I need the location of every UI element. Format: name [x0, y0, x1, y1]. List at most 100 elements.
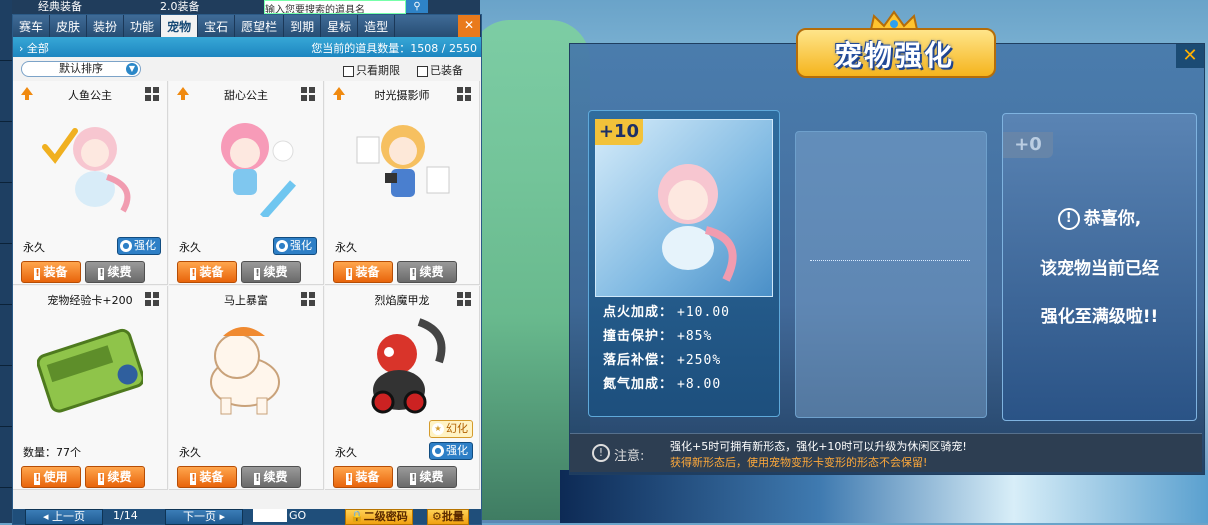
left-vertical-tabs[interactable]: [0, 0, 12, 523]
equip-button[interactable]: ! 装备: [333, 261, 393, 283]
classic-equip-tab[interactable]: 经典装备: [38, 0, 82, 14]
tab-function[interactable]: 功能: [124, 15, 162, 37]
item-card[interactable]: 宠物经验卡+200 数量：77个 ! 使用 ! 续费: [13, 286, 168, 490]
notice-label: 注意:: [614, 449, 645, 464]
gear-icon: ⚙: [432, 510, 442, 523]
current-pet-frame: [595, 119, 773, 297]
all-label: 全部: [26, 42, 49, 55]
item-duration: 永久: [335, 446, 357, 459]
transform-badge[interactable]: ★ 幻化: [429, 420, 473, 438]
tab-wishlist[interactable]: 愿望栏: [235, 15, 285, 37]
item-name: 甜心公主: [224, 89, 268, 102]
prev-label: 上一页: [52, 510, 86, 523]
sort-dropdown[interactable]: 默认排序 ▼: [21, 61, 141, 77]
page-input[interactable]: [253, 509, 287, 522]
close-icon[interactable]: ✕: [458, 15, 481, 37]
all-category-button[interactable]: › 全部: [19, 40, 49, 56]
details-grid-icon[interactable]: [145, 292, 159, 306]
next-label: 下一页: [182, 510, 216, 523]
renew-button[interactable]: ! 续费: [85, 261, 145, 283]
paw-icon: ●: [276, 240, 288, 252]
inventory-panel: 赛车 皮肤 装扮 功能 宠物 宝石 愿望栏 到期 星标 造型 ✕ › 全部 您当…: [12, 14, 482, 525]
progress-divider: [810, 260, 970, 261]
search-icon[interactable]: ⚲: [406, 0, 428, 13]
item-count: 您当前的道具数量：1508 / 2550: [311, 42, 477, 55]
pet-exp-card-image: [37, 328, 143, 413]
tab-outfit[interactable]: 装扮: [87, 15, 125, 37]
sort-row: 默认排序 ▼ 只看期限 已装备: [13, 59, 481, 79]
pwd-label: 二级密码: [363, 510, 408, 523]
exclamation-icon: !: [98, 268, 105, 280]
notice-bar: ! 注意: 强化+5时可拥有新形态，强化+10时可以升级为休闲区骑宠! 获得新形…: [570, 433, 1202, 472]
equip-label: 装备: [199, 470, 224, 484]
details-grid-icon[interactable]: [301, 87, 315, 101]
search-input[interactable]: 输入您要搜索的道具名: [264, 0, 406, 14]
renew-button[interactable]: ! 续费: [397, 466, 457, 488]
item-card[interactable]: 烈焰魔甲龙 ★ 幻化 永久 ● 强化 ! 装备 ! 续费: [325, 286, 480, 490]
details-grid-icon[interactable]: [457, 87, 471, 101]
stat-value: +85%: [677, 329, 713, 344]
time-photographer-image: [356, 125, 450, 197]
enhance-title: 宠物强化: [833, 39, 954, 72]
all-filter-bar: › 全部 您当前的道具数量：1508 / 2550: [13, 37, 481, 57]
tab-skin[interactable]: 皮肤: [50, 15, 88, 37]
stat-value: +10.00: [677, 305, 730, 320]
tab-expiring[interactable]: 到期: [284, 15, 322, 37]
item-name: 马上暴富: [224, 294, 268, 307]
renew-button[interactable]: ! 续费: [397, 261, 457, 283]
tab-style[interactable]: 造型: [358, 15, 396, 37]
renew-button[interactable]: ! 续费: [241, 261, 301, 283]
equipment-switch-bar: 经典装备 2.0装备 输入您要搜索的道具名 ⚲: [12, 0, 480, 14]
item-name: 人鱼公主: [68, 89, 112, 102]
tab-pet[interactable]: 宠物: [161, 15, 199, 37]
v2-equip-tab[interactable]: 2.0装备: [160, 0, 200, 14]
stat-label: 氮气加成：: [603, 377, 674, 392]
exclamation-icon: !: [98, 473, 105, 485]
item-card[interactable]: 马上暴富 永久 ! 装备 ! 续费: [169, 286, 324, 490]
details-grid-icon[interactable]: [145, 87, 159, 101]
instant-riches-image: [210, 327, 280, 415]
tab-racer[interactable]: 赛车: [13, 15, 51, 37]
sweetheart-princess-image: [221, 123, 296, 217]
equip-label: 装备: [43, 265, 68, 279]
renew-button[interactable]: ! 续费: [241, 466, 301, 488]
enhance-label: 强化: [290, 239, 312, 252]
renew-button[interactable]: ! 续费: [85, 466, 145, 488]
equip-button[interactable]: ! 装备: [21, 261, 81, 283]
batch-label: 批量: [441, 510, 464, 523]
stat-value: +250%: [677, 353, 722, 368]
go-button[interactable]: GO: [289, 509, 306, 523]
item-name: 烈焰魔甲龙: [374, 294, 430, 307]
stat-value: +8.00: [677, 377, 722, 392]
notice-line2: 获得新形态后，使用宠物变形卡变形的形态不会保留!: [670, 456, 928, 469]
mermaid-princess-image: [42, 127, 131, 213]
item-card[interactable]: 甜心公主 永久 ● 强化 ! 装备 ! 续费: [169, 81, 324, 285]
exclamation-icon: !: [410, 473, 417, 485]
details-grid-icon[interactable]: [457, 292, 471, 306]
notice-line1: 强化+5时可拥有新形态，强化+10时可以升级为休闲区骑宠!: [670, 440, 967, 453]
equip-button[interactable]: ! 装备: [333, 466, 393, 488]
renew-label: 续费: [107, 470, 132, 484]
use-button[interactable]: ! 使用: [21, 466, 81, 488]
transform-label: 幻化: [446, 422, 468, 435]
enhance-badge[interactable]: ● 强化: [117, 237, 161, 255]
max-message-line3: 强化至满级啦!!: [1040, 307, 1159, 327]
exclamation-icon: !: [254, 268, 261, 280]
details-grid-icon[interactable]: [301, 292, 315, 306]
item-card[interactable]: 时光摄影师 永久 ! 装备 ! 续费: [325, 81, 480, 285]
exclamation-icon: !: [34, 268, 41, 280]
equip-label: 装备: [355, 470, 380, 484]
enhance-badge[interactable]: ● 强化: [273, 237, 317, 255]
filter-expiring-checkbox[interactable]: 只看期限: [343, 62, 400, 78]
material-slot[interactable]: [795, 131, 987, 418]
star-icon: ★: [432, 423, 444, 435]
filter-equipped-checkbox[interactable]: 已装备: [417, 62, 463, 78]
tab-starred[interactable]: 星标: [321, 15, 359, 37]
close-icon[interactable]: ✕: [1176, 44, 1204, 68]
exclamation-icon: !: [410, 268, 417, 280]
equip-button[interactable]: ! 装备: [177, 261, 237, 283]
equip-button[interactable]: ! 装备: [177, 466, 237, 488]
enhance-badge[interactable]: ● 强化: [429, 442, 473, 460]
item-card[interactable]: 人鱼公主 永久 ● 强化 ! 装备 ! 续费: [13, 81, 168, 285]
tab-gem[interactable]: 宝石: [198, 15, 236, 37]
